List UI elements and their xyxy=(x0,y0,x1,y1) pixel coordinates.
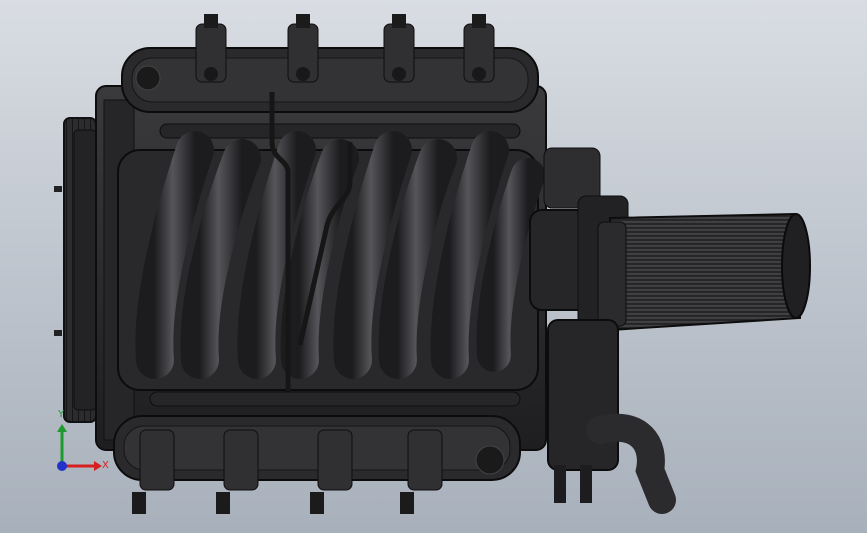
valve-cover-bottom xyxy=(113,415,521,481)
y-axis-label: Y xyxy=(58,409,65,420)
water-pump xyxy=(547,319,676,514)
z-axis-dot xyxy=(57,461,67,471)
fuel-rail-top xyxy=(159,123,521,139)
3d-viewport[interactable]: X Y xyxy=(0,0,867,533)
fuel-rail-bottom xyxy=(149,391,521,407)
x-axis-label: X xyxy=(102,460,109,471)
air-filter xyxy=(597,212,811,332)
engine-model[interactable] xyxy=(0,0,867,533)
axis-triad: X Y xyxy=(40,404,120,484)
triad-arrows xyxy=(57,424,102,471)
flywheel xyxy=(54,117,97,423)
